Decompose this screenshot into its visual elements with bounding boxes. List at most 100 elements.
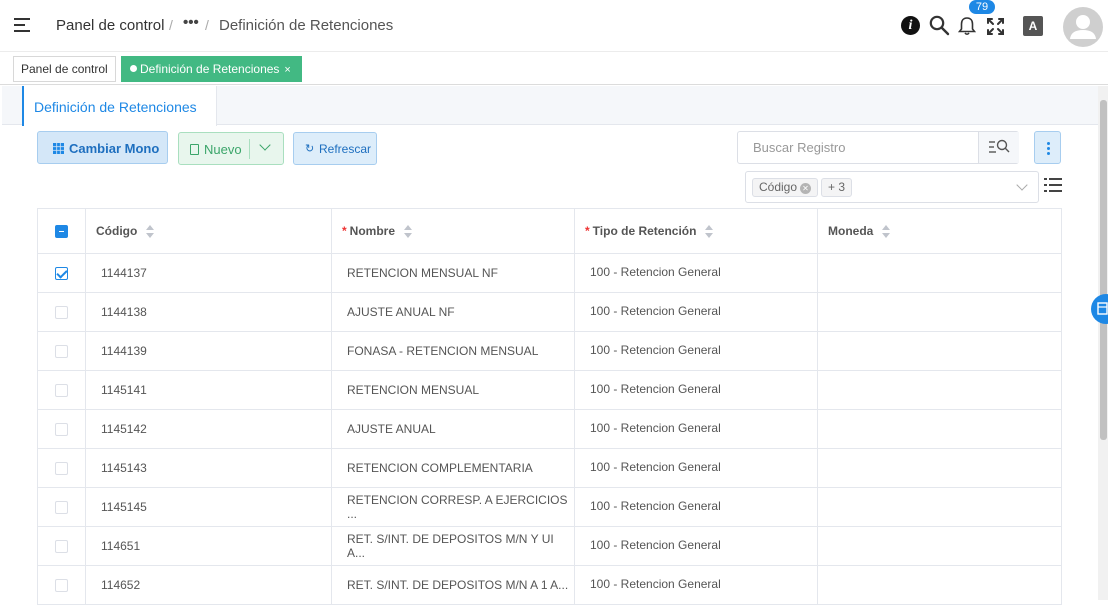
row-checkbox[interactable] bbox=[55, 306, 68, 320]
table-row[interactable]: 114651 RET. S/INT. DE DEPOSITOS M/N Y UI … bbox=[37, 526, 1062, 566]
cell-codigo[interactable]: 1145145 bbox=[85, 487, 332, 527]
cell-tipo[interactable]: 100 - Retencion General bbox=[574, 409, 818, 449]
cell-tipo[interactable]: 100 - Retencion General bbox=[574, 565, 818, 605]
cell-nombre[interactable]: RETENCION CORRESP. A EJERCICIOS ... bbox=[331, 487, 575, 527]
cell-tipo[interactable]: 100 - Retencion General bbox=[574, 526, 818, 566]
page-tab-active[interactable]: Definición de Retenciones bbox=[22, 86, 217, 126]
floating-action-button[interactable] bbox=[1091, 294, 1108, 324]
cell-moneda[interactable] bbox=[817, 565, 1062, 605]
cell-moneda[interactable] bbox=[817, 409, 1062, 449]
col-nombre-label: Nombre bbox=[349, 223, 396, 238]
table-row[interactable]: 1144139 FONASA - RETENCION MENSUAL 100 - R… bbox=[37, 331, 1062, 371]
filter-more-tag: + 3 bbox=[821, 178, 853, 197]
active-dot-icon bbox=[130, 65, 137, 72]
col-tipo-header[interactable]: * Tipo de Retención bbox=[574, 208, 818, 254]
col-moneda-header[interactable]: Moneda bbox=[817, 208, 1062, 254]
refresh-button[interactable]: ↻ Refrescar bbox=[293, 132, 377, 165]
row-checkbox[interactable] bbox=[55, 540, 68, 554]
table-row[interactable]: 114652 RET. S/INT. DE DEPOSITOS M/N A 1 A… bbox=[37, 565, 1062, 605]
cell-codigo[interactable]: 114652 bbox=[85, 565, 332, 605]
cell-codigo[interactable]: 114651 bbox=[85, 526, 332, 566]
column-filter-select[interactable]: Código ✕ + 3 bbox=[745, 171, 1039, 203]
breadcrumb-home[interactable]: Panel de control bbox=[56, 17, 164, 34]
cell-codigo[interactable]: 1145141 bbox=[85, 370, 332, 410]
sort-icon[interactable] bbox=[146, 225, 155, 239]
cell-tipo[interactable]: 100 - Retencion General bbox=[574, 448, 818, 488]
table-row[interactable]: 1145145 RETENCION CORRESP. A EJERCICIOS .… bbox=[37, 487, 1062, 527]
cell-codigo[interactable]: 1144139 bbox=[85, 331, 332, 371]
row-checkbox[interactable] bbox=[55, 462, 68, 476]
cell-nombre[interactable]: RETENCION MENSUAL NF bbox=[331, 253, 575, 293]
sort-icon[interactable] bbox=[404, 225, 413, 239]
select-all-cell bbox=[37, 208, 86, 254]
row-checkbox[interactable] bbox=[55, 423, 68, 437]
col-codigo-header[interactable]: Código bbox=[85, 208, 332, 254]
tab-definicion-retenciones[interactable]: Definición de Retenciones × bbox=[121, 56, 302, 82]
cell-nombre[interactable]: AJUSTE ANUAL NF bbox=[331, 292, 575, 332]
new-button[interactable]: Nuevo bbox=[178, 132, 284, 165]
remove-tag-icon[interactable]: ✕ bbox=[800, 183, 812, 194]
tab-panel-de-control[interactable]: Panel de control bbox=[13, 56, 116, 82]
new-label: Nuevo bbox=[204, 142, 242, 157]
cell-nombre[interactable]: AJUSTE ANUAL bbox=[331, 409, 575, 449]
cell-tipo[interactable]: 100 - Retencion General bbox=[574, 370, 818, 410]
row-checkbox[interactable] bbox=[55, 384, 68, 398]
breadcrumb-ellipsis[interactable]: ••• bbox=[183, 14, 199, 31]
search-icon[interactable] bbox=[929, 15, 950, 36]
cell-nombre[interactable]: RETENCION MENSUAL bbox=[331, 370, 575, 410]
required-mark: * bbox=[585, 223, 590, 238]
row-select-cell bbox=[37, 565, 86, 605]
chevron-down-icon[interactable] bbox=[259, 139, 271, 151]
main-content: Definición de Retenciones Cambiar Mono N… bbox=[2, 86, 1098, 605]
table-row[interactable]: 1144138 AJUSTE ANUAL NF 100 - Retencion Ge… bbox=[37, 292, 1062, 332]
cell-tipo[interactable]: 100 - Retencion General bbox=[574, 292, 818, 332]
cell-moneda[interactable] bbox=[817, 448, 1062, 488]
cell-codigo[interactable]: 1145143 bbox=[85, 448, 332, 488]
scrollbar-thumb[interactable] bbox=[1100, 100, 1107, 440]
cell-codigo[interactable]: 1145142 bbox=[85, 409, 332, 449]
more-options-button[interactable] bbox=[1034, 131, 1061, 164]
list-settings-icon[interactable] bbox=[1044, 177, 1062, 193]
sort-icon[interactable] bbox=[882, 225, 891, 239]
cell-moneda[interactable] bbox=[817, 253, 1062, 293]
cell-moneda[interactable] bbox=[817, 331, 1062, 371]
cell-moneda[interactable] bbox=[817, 526, 1062, 566]
advanced-search-button[interactable] bbox=[978, 132, 1019, 163]
sort-icon[interactable] bbox=[705, 225, 714, 239]
cell-nombre[interactable]: RET. S/INT. DE DEPOSITOS M/N A 1 A... bbox=[331, 565, 575, 605]
menu-toggle-icon[interactable] bbox=[14, 17, 32, 33]
notification-badge: 79 bbox=[969, 0, 995, 14]
table-row[interactable]: 1145143 RETENCION COMPLEMENTARIA 100 - Ret… bbox=[37, 448, 1062, 488]
bell-icon[interactable] bbox=[958, 16, 976, 36]
cell-codigo[interactable]: 1144138 bbox=[85, 292, 332, 332]
cell-nombre[interactable]: RETENCION COMPLEMENTARIA bbox=[331, 448, 575, 488]
cell-moneda[interactable] bbox=[817, 292, 1062, 332]
info-icon[interactable]: i bbox=[901, 16, 920, 35]
search-input[interactable] bbox=[739, 133, 977, 162]
row-checkbox[interactable] bbox=[55, 345, 68, 359]
row-select-cell bbox=[37, 526, 86, 566]
table-row[interactable]: 1144137 RETENCION MENSUAL NF 100 - Retenci… bbox=[37, 253, 1062, 293]
cell-tipo[interactable]: 100 - Retencion General bbox=[574, 487, 818, 527]
table-row[interactable]: 1145142 AJUSTE ANUAL 100 - Retencion Gener… bbox=[37, 409, 1062, 449]
cell-moneda[interactable] bbox=[817, 487, 1062, 527]
cell-nombre[interactable]: FONASA - RETENCION MENSUAL bbox=[331, 331, 575, 371]
cell-nombre[interactable]: RET. S/INT. DE DEPOSITOS M/N Y UI A... bbox=[331, 526, 575, 566]
fullscreen-icon[interactable] bbox=[986, 17, 1005, 36]
table-row[interactable]: 1145141 RETENCION MENSUAL 100 - Retencion … bbox=[37, 370, 1062, 410]
col-nombre-header[interactable]: * Nombre bbox=[331, 208, 575, 254]
translate-icon[interactable]: A bbox=[1023, 16, 1043, 36]
cell-codigo[interactable]: 1144137 bbox=[85, 253, 332, 293]
row-checkbox[interactable] bbox=[55, 579, 68, 593]
avatar[interactable] bbox=[1063, 7, 1103, 47]
cell-moneda[interactable] bbox=[817, 370, 1062, 410]
row-checkbox[interactable] bbox=[55, 267, 68, 281]
cell-tipo[interactable]: 100 - Retencion General bbox=[574, 253, 818, 293]
close-tab-icon[interactable]: × bbox=[284, 64, 290, 76]
select-all-checkbox[interactable] bbox=[55, 225, 68, 239]
refresh-icon: ↻ bbox=[305, 143, 315, 155]
switch-mono-button[interactable]: Cambiar Mono bbox=[37, 131, 168, 164]
row-select-cell bbox=[37, 253, 86, 293]
row-checkbox[interactable] bbox=[55, 501, 68, 515]
cell-tipo[interactable]: 100 - Retencion General bbox=[574, 331, 818, 371]
